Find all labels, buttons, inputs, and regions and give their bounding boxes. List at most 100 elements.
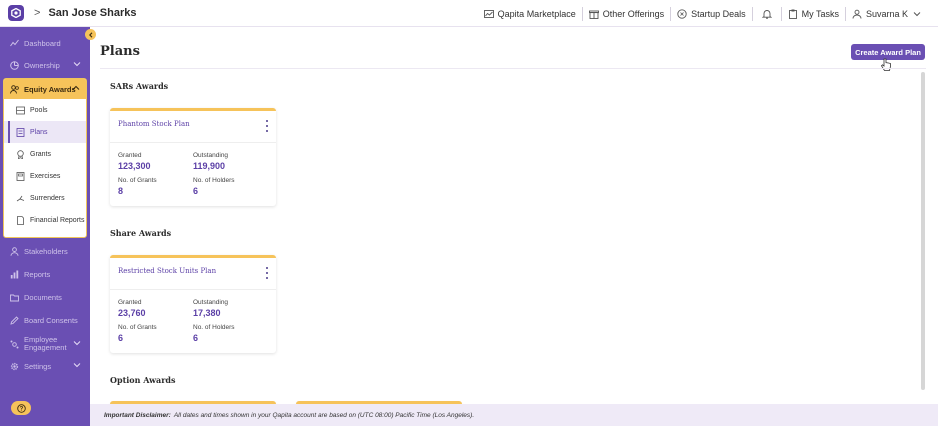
sidebar-item-label: Dashboard (24, 38, 61, 48)
pen-icon (9, 315, 19, 325)
bar-chart-icon (9, 269, 19, 279)
sidebar-item-label: Settings (24, 361, 52, 371)
svg-text:?: ? (19, 406, 23, 412)
outstanding-label: Outstanding (193, 299, 229, 306)
no-of-holders-value: 6 (193, 186, 199, 196)
chevron-up-icon (72, 84, 80, 94)
sidebar-subitem-grants[interactable]: Grants (4, 143, 86, 165)
pie-chart-icon (9, 60, 19, 70)
sidebar: Dashboard Ownership Equity Awards Pools (0, 27, 90, 426)
no-of-grants-label: No. of Grants (118, 324, 157, 331)
plan-icon (16, 127, 25, 137)
sidebar-item-label-group: Employee Engagement (24, 336, 67, 352)
outstanding-label: Outstanding (193, 152, 229, 159)
grant-icon (16, 149, 25, 159)
card-divider (110, 142, 276, 143)
bell-icon (761, 9, 772, 19)
sidebar-item-label: Equity Awards (24, 84, 76, 94)
disclaimer-text: All dates and times shown in your Qapita… (173, 411, 475, 419)
vertical-scrollbar[interactable] (921, 72, 925, 390)
exercise-icon (16, 171, 25, 181)
user-menu[interactable]: Suvarna K (846, 0, 928, 27)
equity-awards-group: Equity Awards Pools Plans Grants Exercis… (3, 78, 87, 238)
sidebar-subitem-pools[interactable]: Pools (4, 99, 86, 121)
granted-label: Granted (118, 299, 142, 306)
no-of-grants-label: No. of Grants (118, 177, 157, 184)
plan-card-rsu[interactable]: Restricted Stock Units Plan Granted 23,7… (110, 255, 276, 353)
more-options-icon[interactable] (265, 267, 269, 279)
other-offerings-link[interactable]: Other Offerings (583, 0, 670, 27)
startup-deals-label: Startup Deals (691, 8, 746, 19)
sidebar-item-equity-awards[interactable]: Equity Awards (4, 79, 86, 99)
section-title-sars: SARs Awards (110, 81, 169, 91)
sidebar-item-ownership[interactable]: Ownership (0, 55, 90, 75)
sidebar-item-label-line2: Engagement (24, 343, 67, 352)
dashboard-icon (9, 38, 19, 48)
chevron-down-icon (73, 60, 81, 70)
page-title: Plans (100, 44, 140, 59)
chevron-down-icon (73, 339, 81, 349)
chevron-down-icon (73, 361, 81, 371)
gift-icon (588, 9, 599, 19)
user-icon (852, 9, 862, 19)
collapse-sidebar-button[interactable] (85, 29, 96, 40)
qapita-logo-icon[interactable] (8, 5, 24, 21)
marketplace-icon (483, 9, 494, 19)
gear-icon (9, 361, 19, 371)
surrender-icon (16, 194, 25, 203)
sidebar-item-settings[interactable]: Settings (0, 356, 90, 376)
plan-card-title[interactable]: Phantom Stock Plan (118, 120, 190, 128)
users-icon (10, 84, 20, 94)
no-of-holders-label: No. of Holders (193, 324, 235, 331)
sidebar-item-reports[interactable]: Reports (0, 264, 90, 284)
section-title-option: Option Awards (110, 375, 176, 385)
granted-value: 23,760 (118, 308, 146, 318)
clipboard-icon (788, 9, 798, 19)
more-options-icon[interactable] (265, 120, 269, 132)
sidebar-item-documents[interactable]: Documents (0, 287, 90, 307)
sidebar-subitem-financial-reports[interactable]: Financial Reports (4, 209, 86, 231)
top-bar: > San Jose Sharks Qapita Marketplace Oth… (0, 0, 938, 27)
sidebar-subitem-label: Plans (30, 128, 48, 136)
sidebar-subitem-exercises[interactable]: Exercises (4, 165, 86, 187)
outstanding-value: 119,900 (193, 161, 226, 171)
other-offerings-label: Other Offerings (602, 8, 665, 19)
sidebar-item-employee-engagement[interactable]: Employee Engagement (0, 332, 90, 356)
engagement-icon (9, 339, 19, 349)
sidebar-item-stakeholders[interactable]: Stakeholders (0, 241, 90, 261)
sidebar-item-label: Board Consents (24, 315, 78, 325)
chevron-down-icon (912, 9, 922, 19)
section-title-share: Share Awards (110, 228, 172, 238)
no-of-holders-label: No. of Holders (193, 177, 235, 184)
chevron-right-icon: > (34, 7, 41, 19)
sidebar-item-board-consents[interactable]: Board Consents (0, 310, 90, 330)
disclaimer-label: Important Disclaimer: (104, 411, 171, 419)
plan-card-title[interactable]: Restricted Stock Units Plan (118, 267, 216, 275)
sidebar-subitem-plans[interactable]: Plans (4, 121, 86, 143)
notifications-button[interactable] (753, 0, 781, 27)
sidebar-item-dashboard[interactable]: Dashboard (0, 33, 90, 53)
plan-card-phantom-stock[interactable]: Phantom Stock Plan Granted 123,300 Outst… (110, 108, 276, 206)
company-name[interactable]: San Jose Sharks (48, 7, 136, 19)
card-divider (110, 289, 276, 290)
startup-deals-link[interactable]: Startup Deals (671, 0, 752, 27)
report-icon (16, 215, 25, 225)
sidebar-subitem-label: Pools (30, 106, 48, 114)
help-button[interactable]: ? (11, 401, 31, 415)
person-icon (9, 246, 19, 256)
marketplace-link[interactable]: Qapita Marketplace (478, 0, 582, 27)
granted-value: 123,300 (118, 161, 151, 171)
sidebar-item-label: Reports (24, 269, 51, 279)
my-tasks-label: My Tasks (801, 8, 839, 19)
sidebar-subitem-label: Exercises (30, 172, 61, 180)
disclaimer-bar: Important Disclaimer: All dates and time… (90, 404, 938, 426)
my-tasks-link[interactable]: My Tasks (782, 0, 845, 27)
no-of-holders-value: 6 (193, 333, 199, 343)
no-of-grants-value: 8 (118, 186, 124, 196)
sidebar-subitem-label: Surrenders (30, 194, 65, 202)
sidebar-subitem-surrenders[interactable]: Surrenders (4, 187, 86, 209)
sidebar-item-label: Ownership (24, 60, 60, 70)
user-name: Suvarna K (865, 8, 908, 19)
marketplace-label: Qapita Marketplace (497, 8, 576, 19)
sidebar-subitem-label: Grants (30, 150, 52, 158)
